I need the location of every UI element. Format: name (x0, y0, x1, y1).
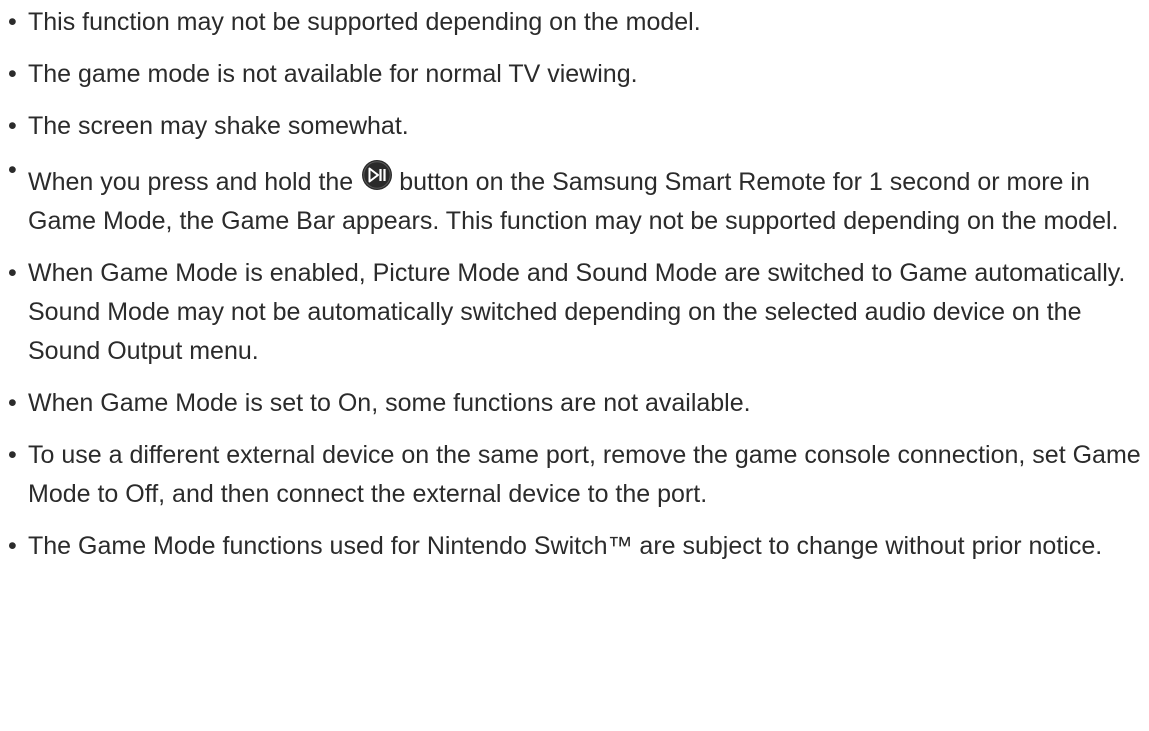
note-item: • When Game Mode is enabled, Picture Mod… (8, 254, 1143, 371)
note-text: The screen may shake somewhat. (28, 112, 409, 140)
bullet: • (8, 441, 17, 469)
bullet: • (8, 532, 17, 560)
bullet: • (8, 112, 17, 140)
note-item: • When Game Mode is set to On, some func… (8, 384, 1143, 423)
bullet: • (8, 389, 17, 417)
bullet: • (8, 156, 17, 184)
note-item: • The Game Mode functions used for Ninte… (8, 527, 1143, 566)
note-item: • The game mode is not available for nor… (8, 55, 1143, 94)
bullet: • (8, 259, 17, 287)
note-item: • The screen may shake somewhat. (8, 107, 1143, 146)
play-pause-button-icon (361, 159, 393, 191)
note-item: • When you press and hold the button on … (8, 156, 1143, 241)
notes-list: • This function may not be supported dep… (8, 0, 1143, 579)
note-item: • To use a different external device on … (8, 436, 1143, 514)
note-text: When Game Mode is enabled, Picture Mode … (28, 259, 1126, 365)
bullet: • (8, 60, 17, 88)
note-text: This function may not be supported depen… (28, 8, 701, 36)
note-text: The Game Mode functions used for Nintend… (28, 532, 1103, 560)
bullet: • (8, 8, 17, 36)
note-text: When Game Mode is set to On, some functi… (28, 389, 751, 417)
note-text-before-icon: When you press and hold the (28, 168, 354, 196)
note-text: The game mode is not available for norma… (28, 60, 638, 88)
note-text: To use a different external device on th… (28, 441, 1141, 508)
note-item: • This function may not be supported dep… (8, 0, 1143, 42)
